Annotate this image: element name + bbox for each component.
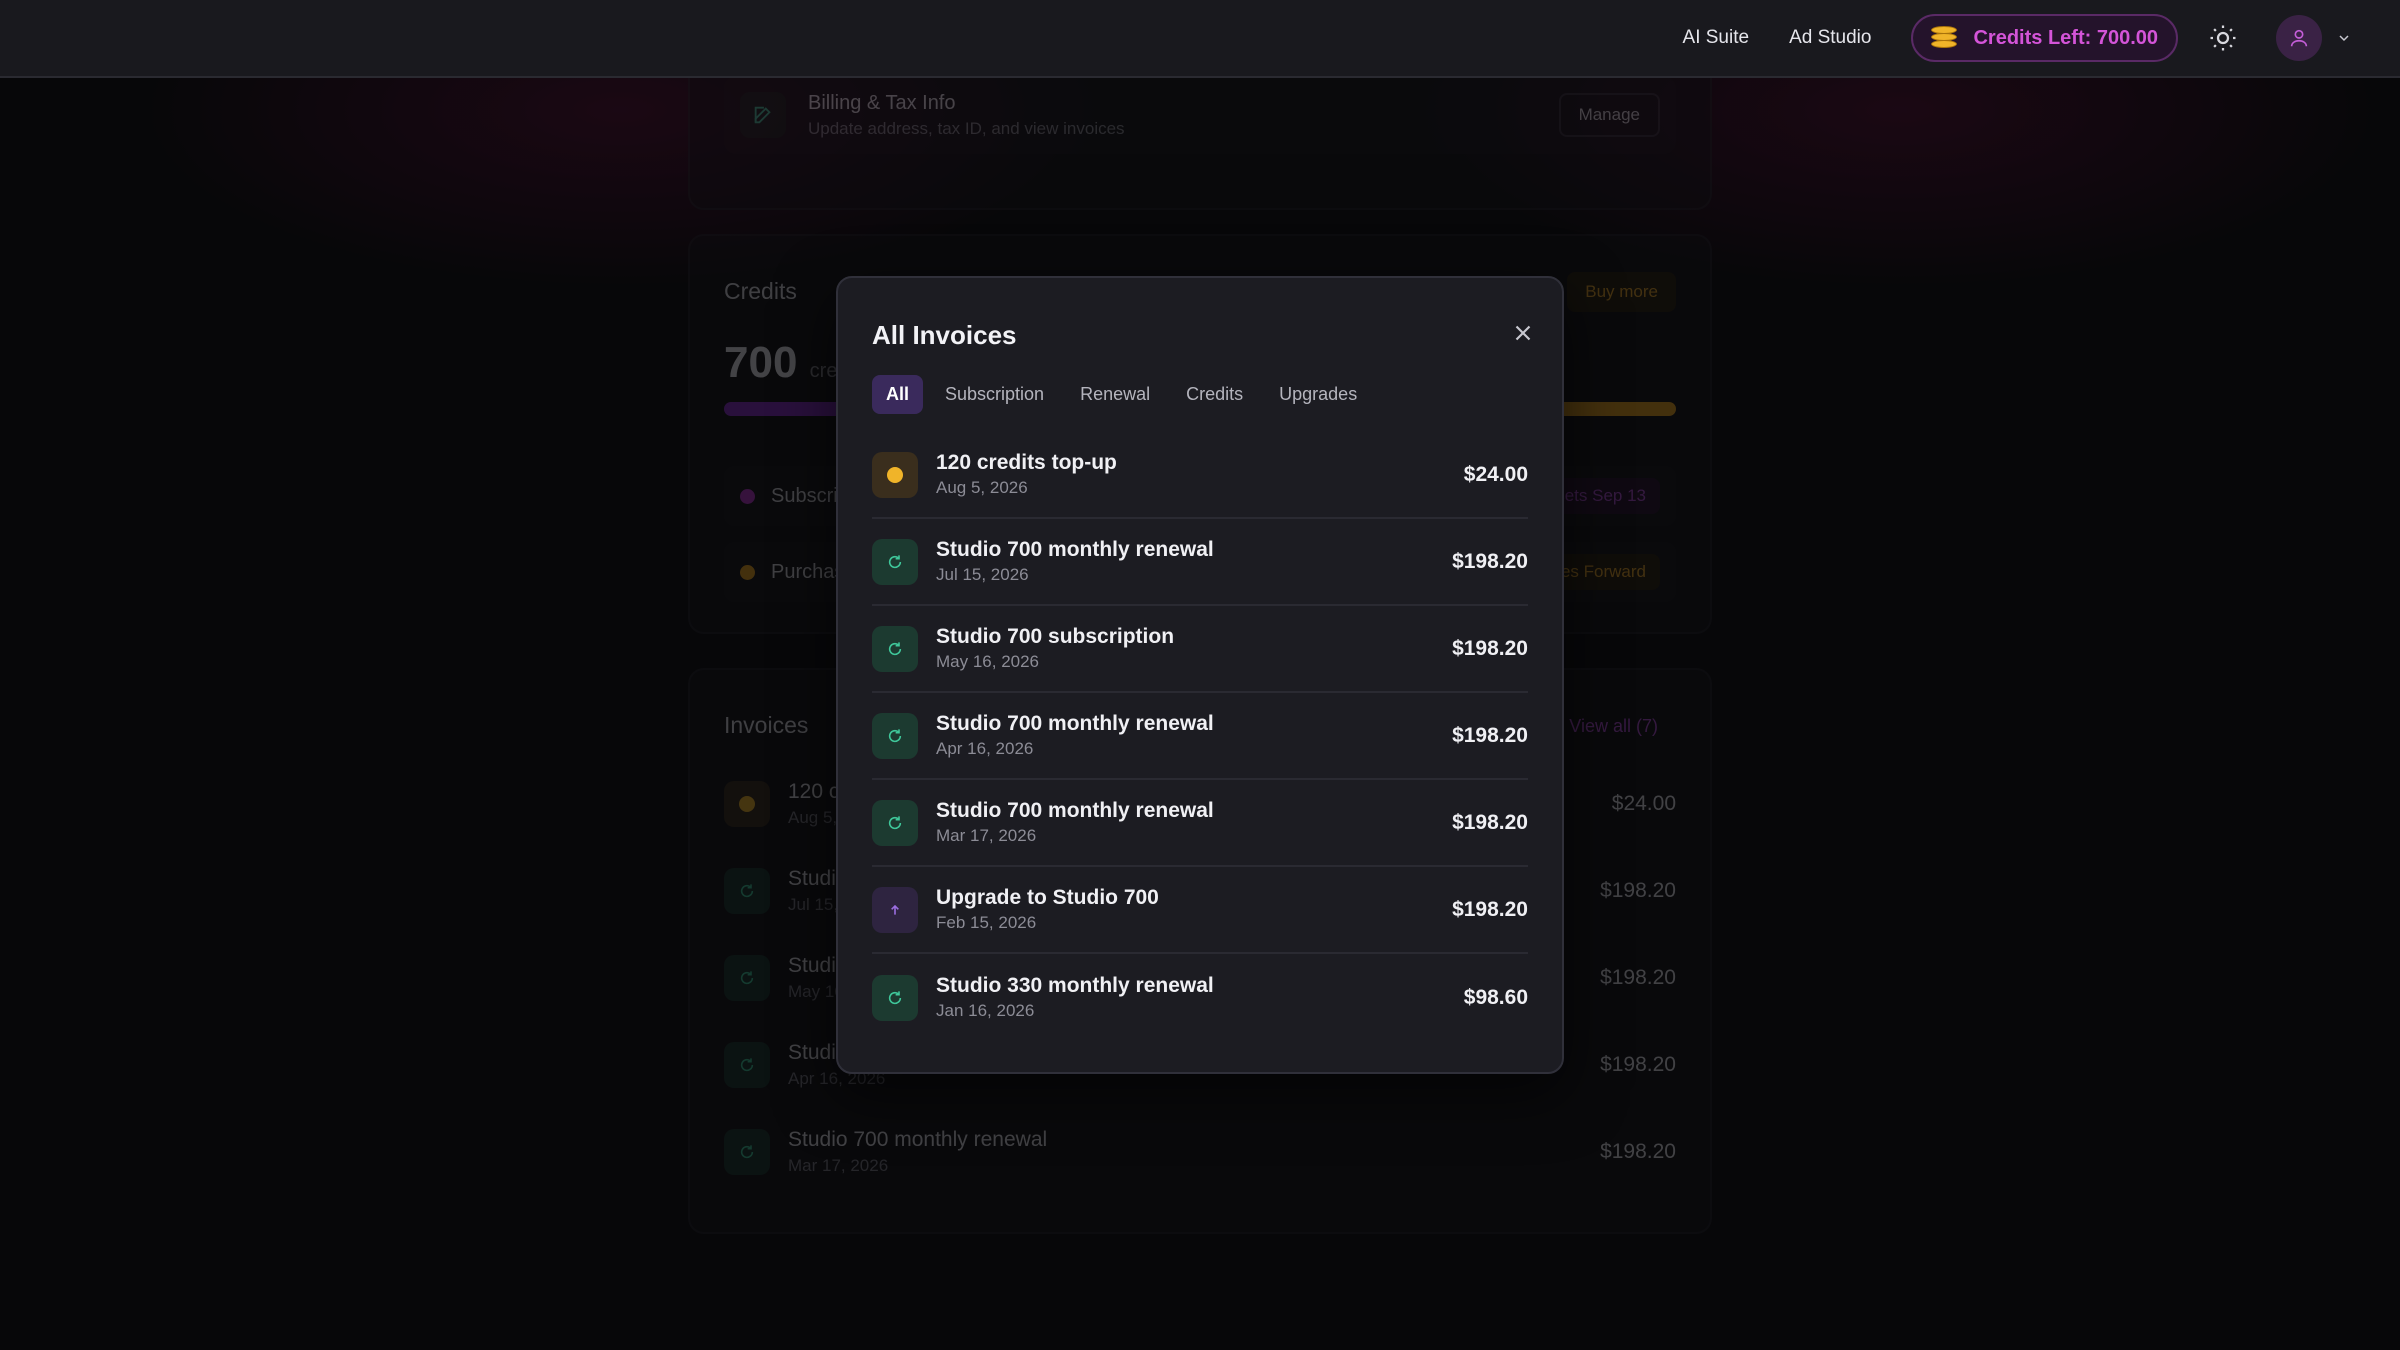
tab-all[interactable]: All bbox=[872, 375, 924, 414]
invoice-date: Jul 15, 2026 bbox=[936, 565, 1029, 584]
invoice-row[interactable]: Studio 700 monthly renewal Apr 16, 2026 $1… bbox=[872, 693, 1528, 780]
chevron-down-icon[interactable] bbox=[2336, 30, 2352, 46]
invoice-row[interactable]: Upgrade to Studio 700 Feb 15, 2026 $198.20 bbox=[872, 867, 1528, 954]
invoice-row[interactable]: Studio 700 monthly renewal Mar 17, 2026 $1… bbox=[872, 780, 1528, 867]
user-icon bbox=[2290, 29, 2308, 47]
invoice-date: Feb 15, 2026 bbox=[936, 913, 1037, 932]
coins-icon bbox=[1931, 26, 1959, 50]
close-icon[interactable] bbox=[1510, 320, 1536, 346]
invoice-date: Apr 16, 2026 bbox=[936, 739, 1034, 758]
invoice-amount: $24.00 bbox=[1463, 462, 1528, 486]
tab-subscription[interactable]: Subscription bbox=[931, 375, 1058, 414]
invoice-date: Mar 17, 2026 bbox=[936, 826, 1037, 845]
invoice-amount: $198.20 bbox=[1452, 723, 1528, 747]
invoice-amount: $198.20 bbox=[1452, 636, 1528, 660]
invoice-amount: $198.20 bbox=[1452, 549, 1528, 573]
invoice-amount: $98.60 bbox=[1463, 985, 1528, 1009]
refresh-icon bbox=[872, 538, 918, 585]
invoice-title: Upgrade to Studio 700 bbox=[936, 886, 1159, 909]
refresh-icon bbox=[872, 625, 918, 672]
all-invoices-modal: All Invoices All Subscription Renewal Cr… bbox=[836, 276, 1564, 1074]
credits-badge[interactable]: Credits Left: 700.00 bbox=[1911, 14, 2178, 62]
invoice-title: Studio 700 subscription bbox=[936, 625, 1175, 648]
coin-icon bbox=[872, 451, 918, 498]
top-bar: AI Suite Ad Studio Credits Left: 700.00 bbox=[0, 0, 2400, 78]
tab-renewal[interactable]: Renewal bbox=[1066, 375, 1164, 414]
sun-icon[interactable] bbox=[2208, 23, 2238, 53]
invoice-row[interactable]: Studio 700 subscription May 16, 2026 $198.… bbox=[872, 606, 1528, 693]
invoice-date: May 16, 2026 bbox=[936, 652, 1040, 671]
invoice-title: Studio 700 monthly renewal bbox=[936, 538, 1214, 561]
invoice-list: 120 credits top-up Aug 5, 2026 $24.00 Studi… bbox=[872, 432, 1528, 1041]
refresh-icon bbox=[872, 799, 918, 846]
invoice-title: Studio 700 monthly renewal bbox=[936, 712, 1214, 735]
refresh-icon bbox=[872, 974, 918, 1021]
tab-credits[interactable]: Credits bbox=[1172, 375, 1257, 414]
invoice-date: Aug 5, 2026 bbox=[936, 478, 1028, 497]
invoice-row[interactable]: Studio 700 monthly renewal Jul 15, 2026 $1… bbox=[872, 519, 1528, 606]
credits-left-label: Credits Left: 700.00 bbox=[1973, 26, 2158, 49]
invoice-date: Jan 16, 2026 bbox=[936, 1001, 1035, 1020]
invoice-amount: $198.20 bbox=[1452, 897, 1528, 921]
invoice-filter-tabs: All Subscription Renewal Credits Upgrade… bbox=[872, 375, 1371, 414]
refresh-icon bbox=[872, 712, 918, 759]
avatar[interactable] bbox=[2276, 15, 2322, 61]
nav-ai-suite[interactable]: AI Suite bbox=[1683, 27, 1750, 49]
tab-upgrades[interactable]: Upgrades bbox=[1265, 375, 1371, 414]
invoice-title: 120 credits top-up bbox=[936, 451, 1117, 474]
invoice-row[interactable]: 120 credits top-up Aug 5, 2026 $24.00 bbox=[872, 432, 1528, 519]
nav-ad-studio[interactable]: Ad Studio bbox=[1789, 27, 1871, 49]
modal-title: All Invoices bbox=[872, 320, 1017, 350]
invoice-amount: $198.20 bbox=[1452, 810, 1528, 834]
invoice-title: Studio 330 monthly renewal bbox=[936, 974, 1214, 997]
invoice-row[interactable]: Studio 330 monthly renewal Jan 16, 2026 $9… bbox=[872, 954, 1528, 1041]
arrow-up-icon bbox=[872, 886, 918, 933]
invoice-title: Studio 700 monthly renewal bbox=[936, 799, 1214, 822]
